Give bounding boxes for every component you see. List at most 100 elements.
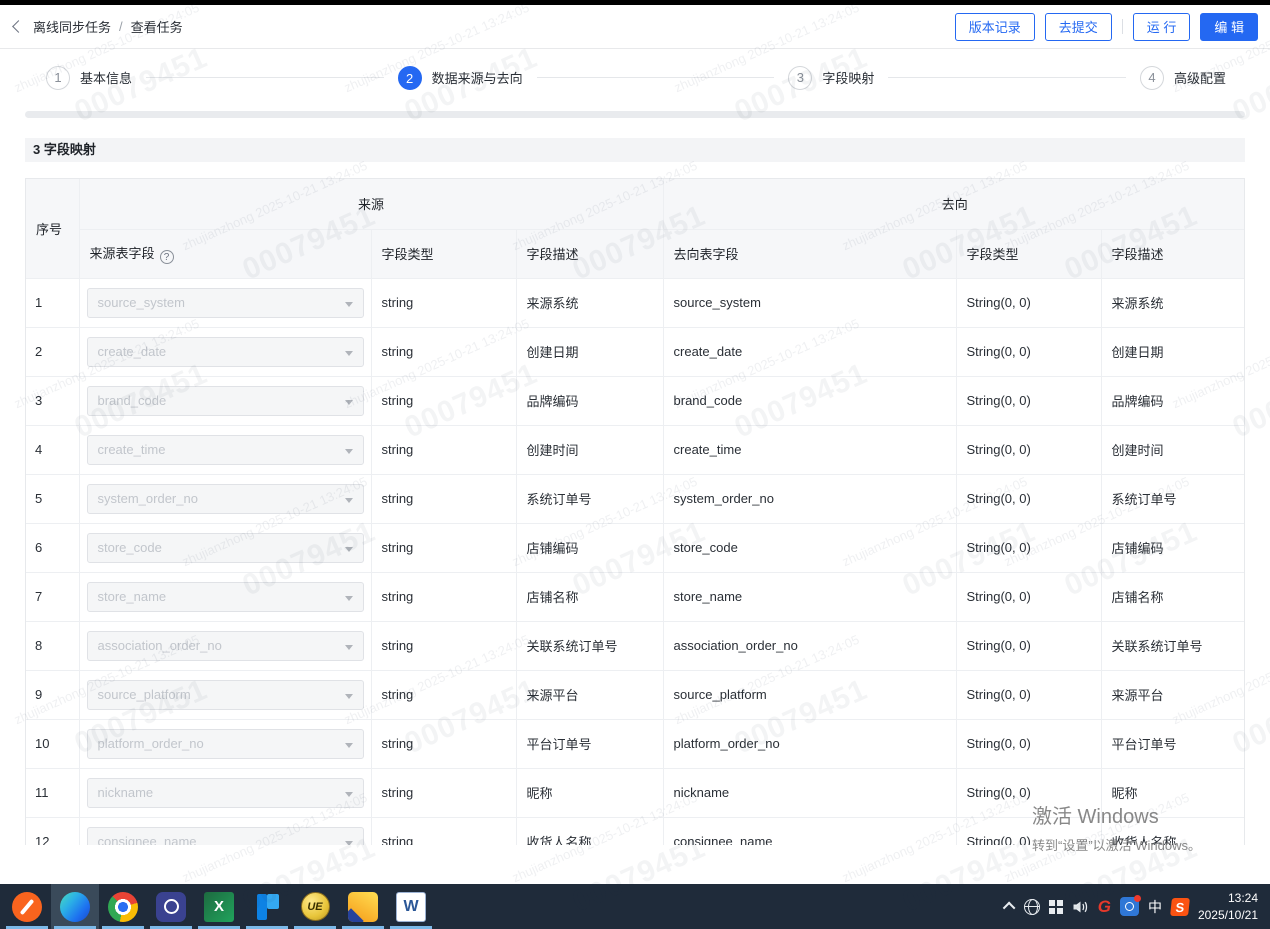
table-row: 8 association_order_no string 关联系统订单号 as… (26, 621, 1245, 670)
source-field-select[interactable]: create_time (87, 435, 364, 465)
table-row: 6 store_code string 店铺编码 store_code Stri… (26, 523, 1245, 572)
source-type-cell: string (371, 719, 516, 768)
tray-show-hidden-icons[interactable] (1006, 902, 1015, 911)
source-desc-cell: 创建日期 (516, 327, 663, 376)
taskbar-app-chrome[interactable] (99, 884, 147, 929)
taskbar-app-ultraedit[interactable]: UE (291, 884, 339, 929)
dest-desc-cell: 昵称 (1101, 768, 1245, 817)
taskbar-app-comm[interactable] (147, 884, 195, 929)
blue-f-app-icon (252, 892, 282, 922)
source-field-header-label: 来源表字段 (90, 246, 155, 261)
step-2-circle: 2 (398, 66, 422, 90)
taskbar-app-edge[interactable] (51, 884, 99, 929)
step-data-source-dest[interactable]: 2 数据来源与去向 (398, 66, 523, 90)
source-field-select[interactable]: source_platform (87, 680, 364, 710)
sogou-s-icon: S (1170, 898, 1190, 916)
taskbar-clock[interactable]: 13:24 2025/10/21 (1198, 890, 1258, 922)
column-header-dest-type: 字段类型 (956, 229, 1101, 278)
go-submit-button[interactable]: 去提交 (1045, 13, 1112, 41)
step-1-label: 基本信息 (80, 68, 132, 87)
step-field-mapping[interactable]: 3 字段映射 (788, 66, 874, 90)
dest-field-cell: nickname (663, 768, 956, 817)
step-advanced-config[interactable]: 4 高级配置 (1140, 66, 1226, 90)
chevron-down-icon (345, 351, 353, 356)
source-field-select[interactable]: create_date (87, 337, 364, 367)
tray-ime-language[interactable]: 中 (1148, 897, 1162, 917)
column-header-source-field: 来源表字段? (79, 229, 371, 278)
source-type-cell: string (371, 523, 516, 572)
table-row: 3 brand_code string 品牌编码 brand_code Stri… (26, 376, 1245, 425)
source-field-cell: create_time (79, 425, 371, 474)
step-basic-info[interactable]: 1 基本信息 (46, 66, 132, 90)
source-field-cell: source_platform (79, 670, 371, 719)
source-field-select[interactable]: brand_code (87, 386, 364, 416)
source-field-select[interactable]: consignee_name (87, 827, 364, 846)
source-field-cell: platform_order_no (79, 719, 371, 768)
source-desc-cell: 来源系统 (516, 278, 663, 327)
taskbar-app-fine[interactable] (243, 884, 291, 929)
tray-window-panes[interactable] (1049, 900, 1063, 914)
dest-field-cell: source_system (663, 278, 956, 327)
tray-sogou-browser[interactable]: G (1098, 897, 1111, 917)
row-index-cell: 4 (26, 425, 79, 474)
source-field-select[interactable]: system_order_no (87, 484, 364, 514)
dest-field-cell: platform_order_no (663, 719, 956, 768)
back-icon[interactable] (12, 20, 25, 33)
dest-desc-cell: 关联系统订单号 (1101, 621, 1245, 670)
table-row: 2 create_date string 创建日期 create_date St… (26, 327, 1245, 376)
source-desc-cell: 创建时间 (516, 425, 663, 474)
dest-type-cell: String(0, 0) (956, 327, 1101, 376)
source-field-select[interactable]: store_name (87, 582, 364, 612)
source-field-select-value: create_time (98, 442, 166, 457)
source-field-select-value: create_date (98, 344, 167, 359)
breadcrumb-current: 查看任务 (131, 17, 183, 36)
chevron-down-icon (345, 645, 353, 650)
sogou-g-icon: G (1098, 897, 1111, 917)
table-row: 10 platform_order_no string 平台订单号 platfo… (26, 719, 1245, 768)
source-field-cell: create_date (79, 327, 371, 376)
source-field-cell: brand_code (79, 376, 371, 425)
taskbar-app-orange-pen[interactable] (3, 884, 51, 929)
version-history-button[interactable]: 版本记录 (955, 13, 1035, 41)
source-field-select[interactable]: platform_order_no (87, 729, 364, 759)
tray-network[interactable] (1024, 899, 1040, 915)
dest-field-cell: source_platform (663, 670, 956, 719)
dest-type-cell: String(0, 0) (956, 817, 1101, 845)
speaker-icon (1072, 899, 1089, 915)
chevron-down-icon (345, 302, 353, 307)
dest-field-cell: system_order_no (663, 474, 956, 523)
source-type-cell: string (371, 327, 516, 376)
window-panes-icon (1049, 900, 1063, 914)
step-4-label: 高级配置 (1174, 68, 1226, 87)
dest-type-cell: String(0, 0) (956, 376, 1101, 425)
source-field-select[interactable]: nickname (87, 778, 364, 808)
source-field-select[interactable]: source_system (87, 288, 364, 318)
edit-button[interactable]: 编 辑 (1200, 13, 1258, 41)
tray-sogou-input[interactable]: S (1171, 898, 1189, 916)
tray-blue-app[interactable] (1120, 897, 1139, 916)
source-field-select[interactable]: association_order_no (87, 631, 364, 661)
source-type-cell: string (371, 278, 516, 327)
source-desc-cell: 品牌编码 (516, 376, 663, 425)
dest-field-cell: create_time (663, 425, 956, 474)
dest-type-cell: String(0, 0) (956, 719, 1101, 768)
horizontal-scrollbar[interactable] (25, 111, 1245, 118)
source-desc-cell: 店铺编码 (516, 523, 663, 572)
table-row: 4 create_time string 创建时间 create_time St… (26, 425, 1245, 474)
breadcrumb-parent[interactable]: 离线同步任务 (33, 17, 111, 36)
taskbar-app-word[interactable]: W (387, 884, 435, 929)
step-connector (146, 77, 384, 78)
source-field-select-value: brand_code (98, 393, 167, 408)
step-wizard: 1 基本信息 2 数据来源与去向 3 字段映射 4 高级配置 (0, 49, 1270, 106)
help-icon[interactable]: ? (160, 250, 174, 264)
run-button[interactable]: 运 行 (1133, 13, 1191, 41)
tray-volume[interactable] (1072, 899, 1089, 915)
chrome-browser-icon (108, 892, 138, 922)
source-field-select[interactable]: store_code (87, 533, 364, 563)
header-actions: 版本记录 去提交 运 行 编 辑 (955, 13, 1258, 41)
taskbar-app-foxmail[interactable] (339, 884, 387, 929)
dest-type-cell: String(0, 0) (956, 523, 1101, 572)
taskbar-app-excel[interactable]: X (195, 884, 243, 929)
dest-field-cell: store_code (663, 523, 956, 572)
source-desc-cell: 关联系统订单号 (516, 621, 663, 670)
